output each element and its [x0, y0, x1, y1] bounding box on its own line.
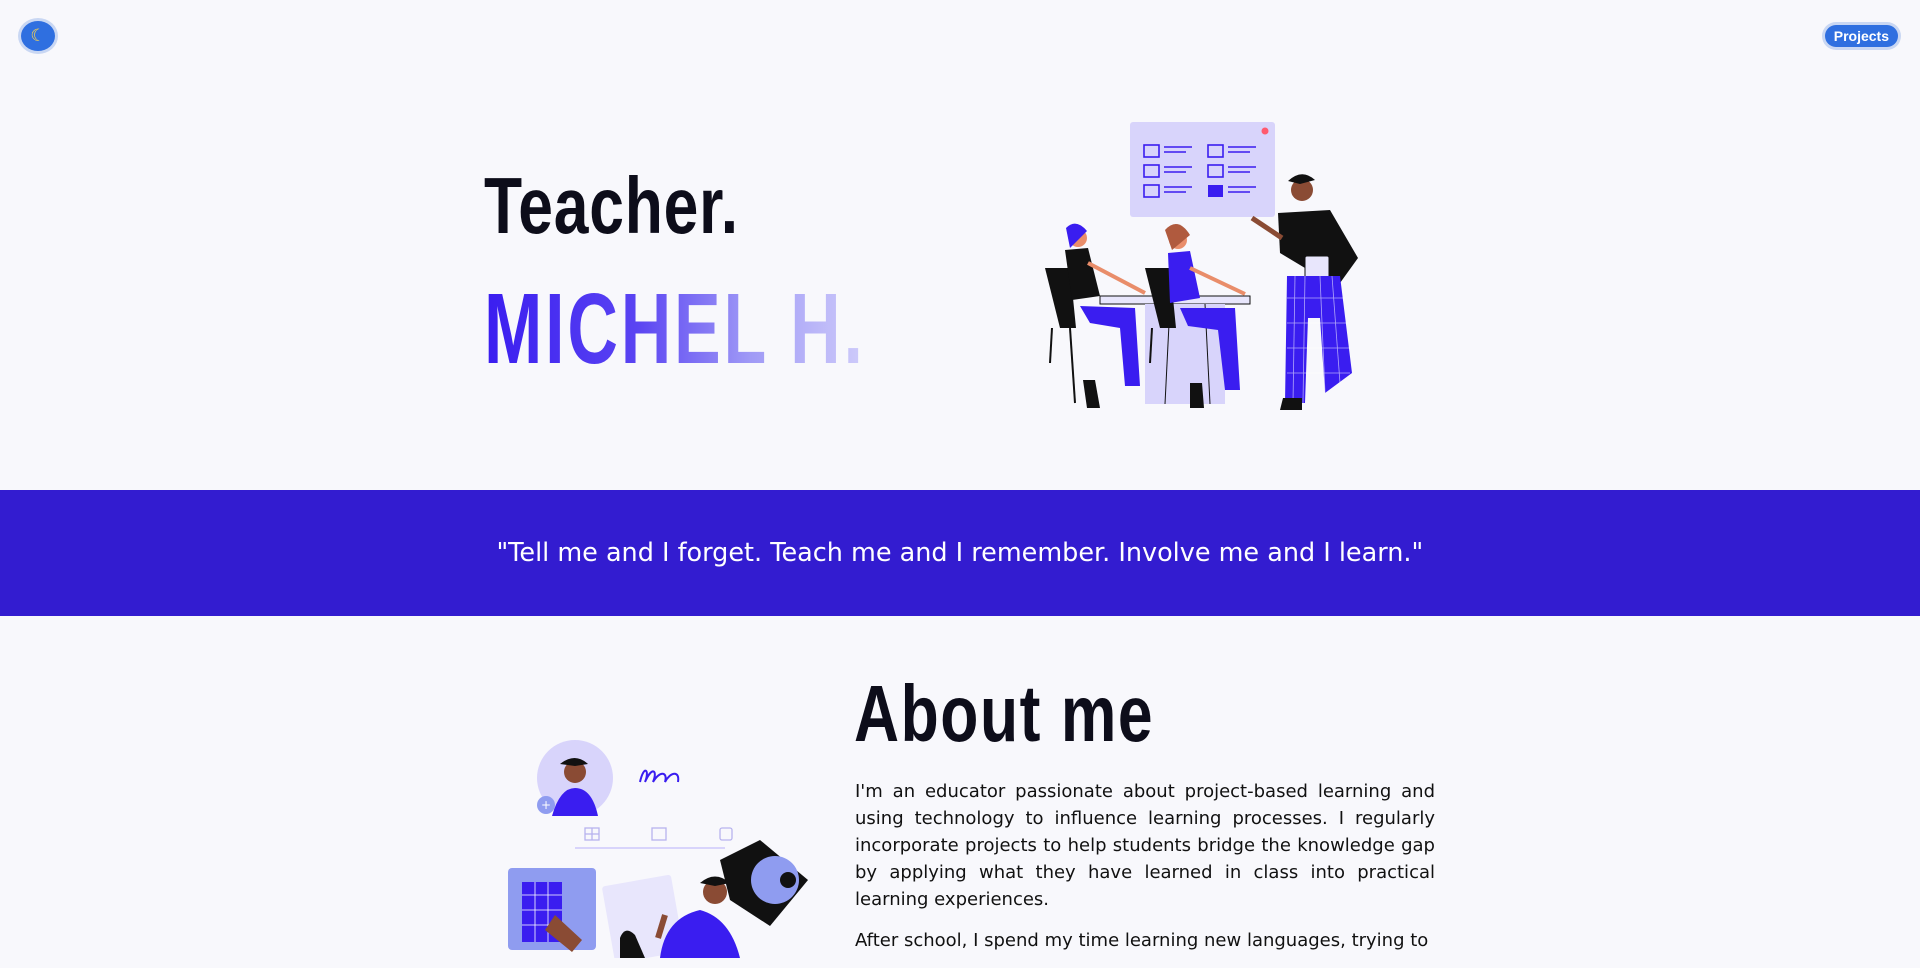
hero-role: Teacher.: [484, 161, 739, 250]
theme-toggle-button[interactable]: ☾: [21, 21, 55, 51]
about-text: I'm an educator passionate about project…: [855, 778, 1435, 968]
profile-dashboard-illustration: +: [508, 740, 808, 958]
about-paragraph: I'm an educator passionate about project…: [855, 781, 1435, 910]
moon-icon: ☾: [30, 26, 46, 46]
about-title: About me: [854, 669, 1155, 758]
svg-text:+: +: [541, 798, 551, 812]
about-paragraph: After school, I spend my time learning n…: [855, 930, 1429, 951]
classroom-illustration: [1045, 122, 1358, 410]
quote-text: "Tell me and I forget. Teach me and I re…: [496, 538, 1424, 568]
hero-name: MICHEL H.: [484, 273, 866, 385]
quote-banner: "Tell me and I forget. Teach me and I re…: [0, 490, 1920, 616]
projects-button[interactable]: Projects: [1824, 25, 1898, 47]
